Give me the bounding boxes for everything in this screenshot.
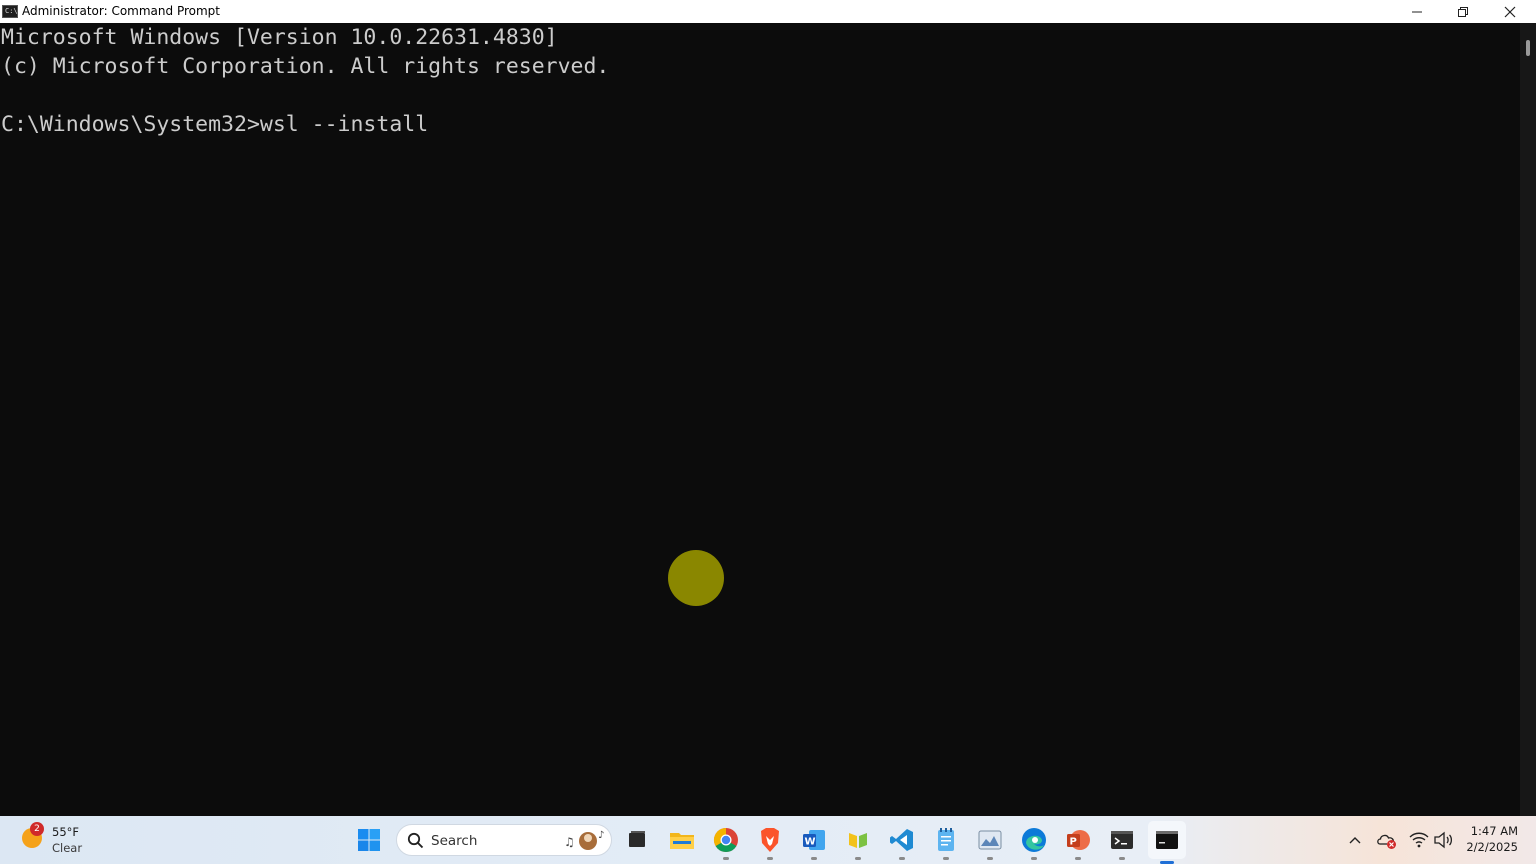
console-line-version: Microsoft Windows [Version 10.0.22631.48… xyxy=(1,25,558,50)
terminal-icon xyxy=(1111,831,1133,849)
scrollbar-thumb[interactable] xyxy=(1526,40,1530,56)
onedrive-status-button[interactable] xyxy=(1376,829,1398,851)
minimize-button[interactable] xyxy=(1394,0,1440,23)
title-bar: C:\ Administrator: Command Prompt xyxy=(0,0,1536,23)
chrome-icon xyxy=(713,828,738,853)
svg-text:P: P xyxy=(1070,837,1077,848)
start-button[interactable] xyxy=(354,825,384,855)
onedrive-error-icon xyxy=(1377,834,1396,849)
taskbar-edge[interactable] xyxy=(1019,825,1049,860)
weather-temperature: 55°F xyxy=(52,825,79,839)
clock-date[interactable]: 2/2/2025 xyxy=(1456,840,1518,854)
chevron-up-icon xyxy=(1349,837,1361,844)
console-output[interactable]: Microsoft Windows [Version 10.0.22631.48… xyxy=(0,23,1520,816)
powerpoint-icon: P xyxy=(1067,830,1090,850)
clock-time[interactable]: 1:47 AM xyxy=(1462,824,1518,838)
wifi-icon xyxy=(1409,832,1429,848)
task-view-icon xyxy=(629,831,645,847)
console-line-blank xyxy=(0,81,1520,110)
restore-button[interactable] xyxy=(1440,0,1486,23)
running-indicator xyxy=(943,857,949,860)
taskbar-photos[interactable] xyxy=(975,825,1005,860)
folder-icon xyxy=(670,833,694,849)
search-label: Search xyxy=(431,833,478,849)
word-icon: W xyxy=(803,830,825,850)
weather-condition: Clear xyxy=(52,841,83,855)
taskbar: 2 55°F Clear Search ♫ ♪ W P 1:47 AM 2/2/… xyxy=(0,816,1536,864)
search-icon xyxy=(407,832,424,849)
mouse-cursor-highlight xyxy=(668,550,724,606)
taskbar-word[interactable]: W xyxy=(799,825,829,860)
svg-text:♫: ♫ xyxy=(564,835,575,849)
taskbar-task-view[interactable] xyxy=(622,825,652,855)
taskbar-terminal[interactable] xyxy=(1107,825,1137,860)
cmd-icon: C:\ xyxy=(2,5,18,18)
taskbar-green-app[interactable] xyxy=(843,825,873,860)
taskbar-file-explorer[interactable] xyxy=(667,825,697,855)
network-button[interactable] xyxy=(1408,829,1430,851)
console-line-prompt: C:\Windows\System32>wsl --install xyxy=(1,112,429,137)
running-indicator xyxy=(899,857,905,860)
volume-button[interactable] xyxy=(1432,829,1454,851)
show-hidden-icons-button[interactable] xyxy=(1344,829,1366,851)
weather-widget[interactable]: 2 55°F Clear xyxy=(18,822,98,858)
brave-icon xyxy=(761,828,779,852)
vscode-icon xyxy=(890,829,913,851)
svg-text:♪: ♪ xyxy=(598,830,604,841)
windows-start-icon xyxy=(358,829,380,851)
photos-icon xyxy=(978,830,1002,850)
close-button[interactable] xyxy=(1487,0,1533,23)
cmd-icon xyxy=(1156,831,1178,849)
running-indicator xyxy=(723,857,729,860)
running-indicator xyxy=(811,857,817,860)
restore-icon xyxy=(1458,6,1468,17)
taskbar-chrome[interactable] xyxy=(711,825,741,860)
svg-text:W: W xyxy=(805,837,816,848)
console-line-copyright: (c) Microsoft Corporation. All rights re… xyxy=(1,54,610,79)
taskbar-notepad[interactable] xyxy=(931,825,961,860)
window-title: Administrator: Command Prompt xyxy=(22,4,220,18)
running-indicator xyxy=(1075,857,1081,860)
vertical-scrollbar[interactable] xyxy=(1520,23,1536,816)
taskbar-command-prompt[interactable] xyxy=(1148,821,1186,864)
taskbar-brave[interactable] xyxy=(755,825,785,860)
close-icon xyxy=(1504,6,1516,17)
search-box[interactable]: Search ♫ ♪ xyxy=(396,824,612,856)
minimize-icon xyxy=(1412,11,1422,12)
running-indicator xyxy=(767,857,773,860)
volume-icon xyxy=(1434,831,1453,849)
green-app-icon xyxy=(849,833,867,848)
edge-icon xyxy=(1022,828,1046,852)
running-indicator xyxy=(1031,857,1037,860)
notepad-icon xyxy=(938,828,954,851)
running-indicator xyxy=(855,857,861,860)
search-highlight-icon: ♫ ♪ xyxy=(564,830,604,850)
taskbar-powerpoint[interactable]: P xyxy=(1063,825,1093,860)
running-indicator xyxy=(1119,857,1125,860)
taskbar-vscode[interactable] xyxy=(887,825,917,860)
notification-badge: 2 xyxy=(30,822,44,836)
running-indicator xyxy=(987,857,993,860)
